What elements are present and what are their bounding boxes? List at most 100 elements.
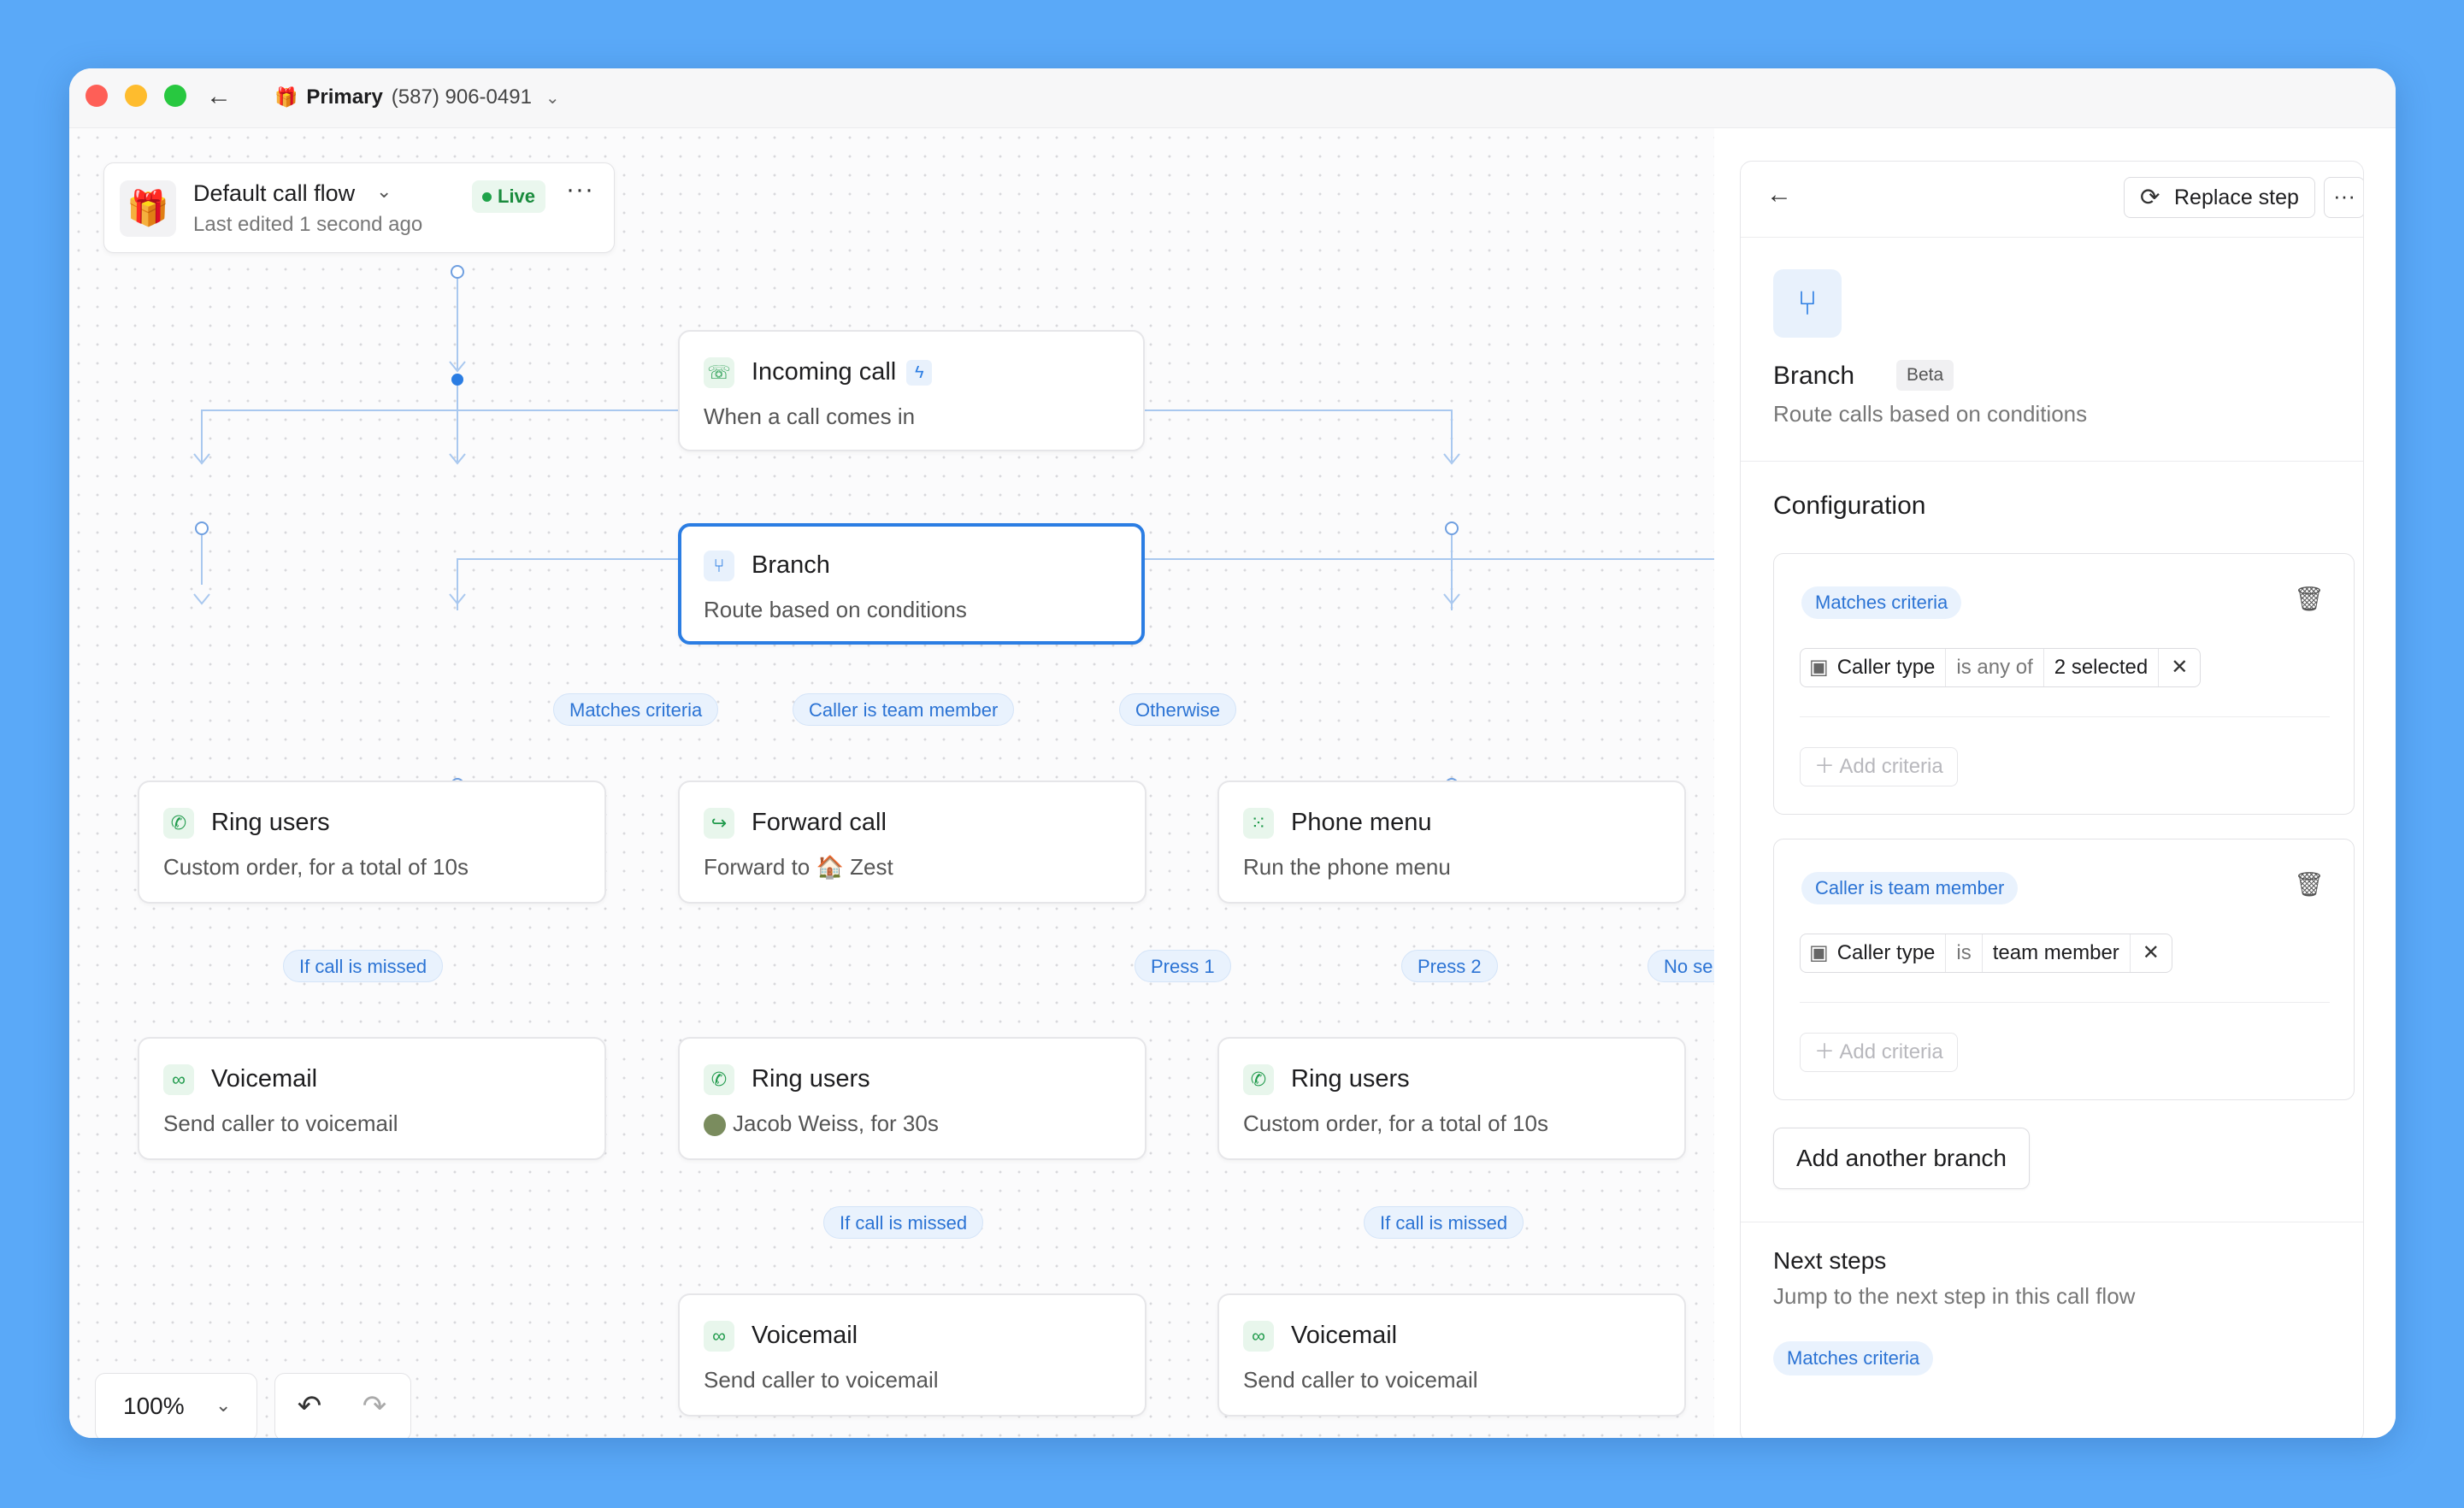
add-criteria-button[interactable]: ＋ Add criteria bbox=[1800, 1033, 1958, 1072]
zoom-window-button[interactable] bbox=[164, 85, 186, 107]
divider bbox=[1741, 461, 2363, 462]
replace-step-button[interactable]: ⟳ Replace step bbox=[2124, 177, 2315, 218]
forward-prefix: Forward to bbox=[704, 854, 811, 880]
back-arrow-icon[interactable]: ← bbox=[1766, 180, 1792, 209]
node-title: Ring users bbox=[1291, 1065, 1410, 1093]
more-options-icon[interactable]: ··· bbox=[566, 175, 594, 204]
trash-icon[interactable]: 🗑 bbox=[2294, 585, 2325, 613]
branch-criteria-card: Matches criteria 🗑 ▣ Caller type is any o… bbox=[1773, 553, 2355, 815]
node-subtitle: When a call comes in bbox=[704, 404, 916, 429]
incoming-call-icon: ☏ bbox=[704, 357, 734, 388]
back-arrow-icon[interactable]: ← bbox=[204, 82, 233, 111]
node-subtitle: Forward to 🏠 Zest bbox=[704, 854, 893, 881]
branch-criteria-card: Caller is team member 🗑 ▣ Caller type is … bbox=[1773, 839, 2355, 1100]
node-ring-users-3[interactable]: ✆ Ring users Custom order, for a total o… bbox=[1217, 1037, 1686, 1160]
divider bbox=[1800, 716, 2330, 717]
criteria-field-text: Caller type bbox=[1836, 941, 1936, 964]
avatar bbox=[704, 1114, 726, 1137]
id-card-icon: ▣ bbox=[1809, 941, 1829, 964]
node-subtitle: Jacob Weiss, for 30s bbox=[704, 1110, 939, 1137]
node-title: Phone menu bbox=[1291, 809, 1432, 836]
edge-label-if-call-missed[interactable]: If call is missed bbox=[1364, 1206, 1524, 1239]
edge-label-if-call-missed[interactable]: If call is missed bbox=[283, 950, 444, 982]
undo-redo-control: ↶ ↷ bbox=[274, 1373, 411, 1438]
criteria-condition[interactable]: ▣ Caller type is team member ✕ bbox=[1800, 934, 2172, 973]
node-voicemail-2[interactable]: ∞ Voicemail Send caller to voicemail bbox=[678, 1293, 1147, 1417]
phone-number: (587) 906-0491 bbox=[391, 85, 532, 109]
voicemail-icon: ∞ bbox=[1243, 1321, 1274, 1352]
criteria-operator[interactable]: is bbox=[1946, 934, 1983, 972]
remove-criteria-icon[interactable]: ✕ bbox=[2159, 649, 2200, 686]
arrow-head bbox=[193, 593, 210, 605]
node-subtitle: Custom order, for a total of 10s bbox=[1243, 1110, 1548, 1136]
node-subtitle: Send caller to voicemail bbox=[1243, 1367, 1478, 1393]
divider bbox=[1741, 237, 2363, 238]
flow-title[interactable]: Default call flow bbox=[193, 180, 355, 207]
edge-label-caller-team-member[interactable]: Caller is team member bbox=[793, 693, 1015, 726]
divider bbox=[1800, 1002, 2330, 1003]
criteria-value[interactable]: team member bbox=[1983, 934, 2131, 972]
branch-icon: ⑂ bbox=[704, 551, 734, 581]
voicemail-icon: ∞ bbox=[704, 1321, 734, 1352]
id-card-icon: ▣ bbox=[1809, 656, 1829, 679]
output-port bbox=[451, 265, 464, 279]
add-another-branch-button[interactable]: Add another branch bbox=[1773, 1128, 2030, 1189]
edge-label-if-call-missed[interactable]: If call is missed bbox=[823, 1206, 984, 1239]
criteria-field-text: Caller type bbox=[1836, 656, 1936, 679]
next-step-branch-label: Matches criteria bbox=[1773, 1341, 1934, 1375]
node-title: Ring users bbox=[752, 1065, 870, 1093]
node-incoming-call[interactable]: ☏ Incoming call ϟ When a call comes in bbox=[678, 330, 1145, 451]
output-port-active bbox=[451, 374, 463, 386]
add-criteria-label: Add criteria bbox=[1839, 1040, 1943, 1063]
chevron-down-icon: ⌄ bbox=[215, 1394, 232, 1416]
node-title: Voicemail bbox=[1291, 1322, 1398, 1349]
edge-label-otherwise[interactable]: Otherwise bbox=[1119, 693, 1237, 726]
add-criteria-button[interactable]: ＋ Add criteria bbox=[1800, 747, 1958, 786]
node-voicemail-3[interactable]: ∞ Voicemail Send caller to voicemail bbox=[1217, 1293, 1686, 1417]
branch-label: Caller is team member bbox=[1801, 872, 2019, 904]
node-ring-users-2[interactable]: ✆ Ring users Jacob Weiss, for 30s bbox=[678, 1037, 1147, 1160]
criteria-value[interactable]: 2 selected bbox=[2044, 649, 2160, 686]
remove-criteria-icon[interactable]: ✕ bbox=[2131, 934, 2172, 972]
node-ring-users-1[interactable]: ✆ Ring users Custom order, for a total o… bbox=[138, 781, 606, 904]
criteria-operator[interactable]: is any of bbox=[1946, 649, 2044, 686]
criteria-field[interactable]: ▣ Caller type bbox=[1801, 934, 1947, 972]
add-criteria-label: Add criteria bbox=[1839, 755, 1943, 778]
node-phone-menu[interactable]: ⁙ Phone menu Run the phone menu bbox=[1217, 781, 1686, 904]
beta-badge: Beta bbox=[1896, 360, 1954, 391]
zoom-control[interactable]: 100% ⌄ bbox=[95, 1373, 257, 1438]
criteria-condition[interactable]: ▣ Caller type is any of 2 selected ✕ bbox=[1800, 648, 2202, 687]
edge-label-press-2[interactable]: Press 2 bbox=[1401, 950, 1498, 982]
edge-label-matches-criteria[interactable]: Matches criteria bbox=[553, 693, 719, 726]
branch-label: Matches criteria bbox=[1801, 586, 1962, 619]
forward-target: Zest bbox=[850, 854, 893, 880]
node-subtitle: Route based on conditions bbox=[704, 597, 967, 622]
gift-icon: 🎁 bbox=[274, 86, 298, 108]
flow-last-edited: Last edited 1 second ago bbox=[193, 213, 423, 236]
keypad-icon: ⁙ bbox=[1243, 808, 1274, 839]
panel-title: Branch bbox=[1773, 362, 1855, 390]
next-steps-subtitle: Jump to the next step in this call flow bbox=[1773, 1283, 2136, 1309]
gift-icon: 🎁 bbox=[120, 180, 176, 237]
plus-icon: ＋ bbox=[1814, 755, 1835, 778]
flow-canvas[interactable]: 🎁 Default call flow ⌄ Last edited 1 seco… bbox=[69, 128, 1730, 1438]
replace-step-label: Replace step bbox=[2174, 186, 2299, 209]
redo-icon[interactable]: ↷ bbox=[357, 1389, 392, 1423]
step-config-panel: ← ⟳ Replace step ··· ⑂ Branch Beta Route… bbox=[1714, 128, 2396, 1438]
phone-ringing-icon: ✆ bbox=[1243, 1064, 1274, 1095]
more-options-icon[interactable]: ··· bbox=[2324, 177, 2363, 218]
node-title: Forward call bbox=[752, 809, 887, 836]
chevron-down-icon[interactable]: ⌄ bbox=[376, 180, 392, 203]
criteria-field[interactable]: ▣ Caller type bbox=[1801, 649, 1947, 686]
trash-icon[interactable]: 🗑 bbox=[2294, 870, 2325, 898]
node-voicemail-1[interactable]: ∞ Voicemail Send caller to voicemail bbox=[138, 1037, 606, 1160]
close-window-button[interactable] bbox=[85, 85, 108, 107]
undo-icon[interactable]: ↶ bbox=[292, 1389, 327, 1423]
node-branch[interactable]: ⑂ Branch Route based on conditions bbox=[678, 523, 1145, 645]
edge-label-press-1[interactable]: Press 1 bbox=[1135, 950, 1231, 982]
node-forward-call[interactable]: ↪ Forward call Forward to 🏠 Zest bbox=[678, 781, 1147, 904]
configuration-heading: Configuration bbox=[1773, 492, 1926, 520]
minimize-window-button[interactable] bbox=[125, 85, 147, 107]
phone-selector[interactable]: 🎁 Primary (587) 906-0491 ⌄ bbox=[274, 82, 560, 113]
node-title: Voicemail bbox=[752, 1322, 858, 1349]
